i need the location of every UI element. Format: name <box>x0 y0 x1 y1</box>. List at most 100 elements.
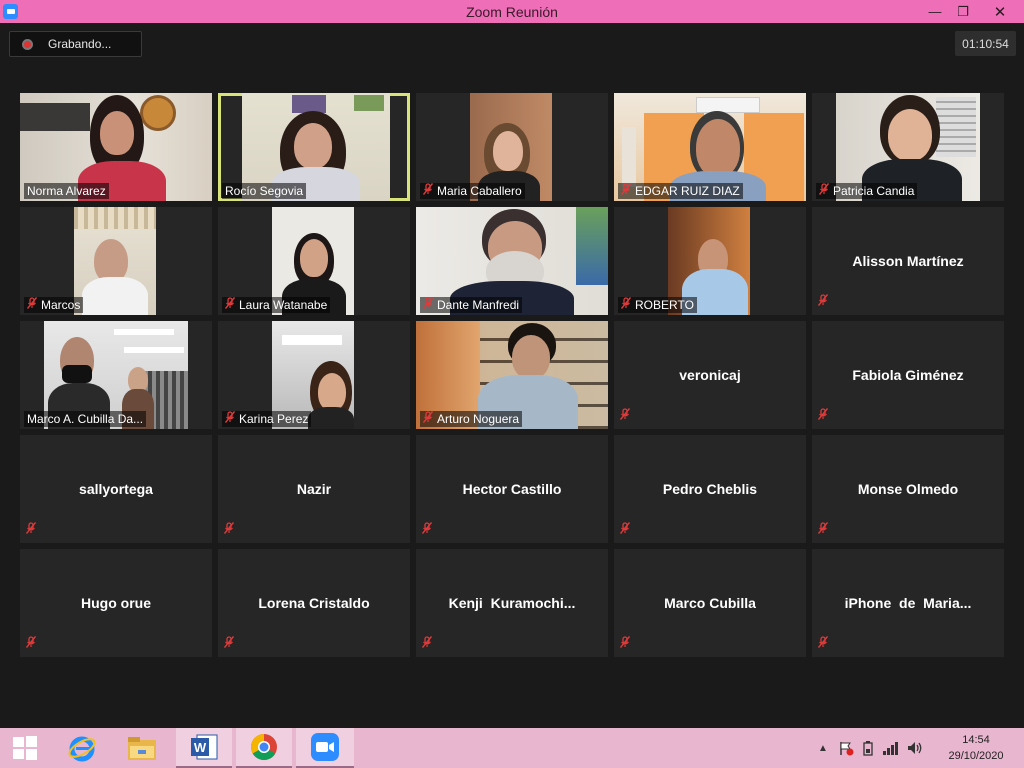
muted-mic-icon <box>25 521 37 539</box>
participant-name-label: Rocío Segovia <box>222 183 307 199</box>
window-title: Zoom Reunión <box>466 4 558 20</box>
meeting-timer: 01:10:54 <box>955 31 1016 56</box>
close-button[interactable]: ✕ <box>976 0 1024 23</box>
participant-name: Marco Cubilla <box>664 595 756 611</box>
participant-name-label: Dante Manfredi <box>420 297 523 313</box>
participant-tile[interactable]: iPhone de Maria... <box>812 549 1004 657</box>
participant-tile[interactable]: Hugo orue <box>20 549 212 657</box>
recording-indicator[interactable]: Grabando... <box>9 31 142 57</box>
word-icon: W <box>191 734 218 760</box>
participant-name-label: Marcos <box>24 297 84 313</box>
participant-name: Nazir <box>296 481 332 497</box>
taskbar-file-explorer[interactable] <box>116 728 168 768</box>
minimize-button[interactable]: — <box>920 0 950 23</box>
participant-name: Fabiola Giménez <box>852 367 964 383</box>
participant-tile[interactable]: Pedro Cheblis <box>614 435 806 543</box>
start-icon <box>13 736 37 760</box>
muted-mic-icon <box>817 521 829 539</box>
action-center-flag-icon[interactable] <box>838 740 854 756</box>
muted-mic-icon <box>224 297 236 313</box>
chrome-icon <box>250 733 277 761</box>
participant-tile[interactable]: Norma Alvarez <box>20 93 212 201</box>
chevron-up-icon[interactable]: ▲ <box>818 743 832 754</box>
participant-tile[interactable]: Karina Perez <box>218 321 410 429</box>
taskbar-word[interactable]: W <box>176 728 232 768</box>
clock-date: 29/10/2020 <box>948 750 1004 762</box>
participant-tile[interactable]: Marcos <box>20 207 212 315</box>
title-bar: Zoom Reunión — ❐ ✕ <box>0 0 1024 23</box>
recording-label: Grabando... <box>48 37 112 51</box>
participant-name-label: EDGAR RUIZ DIAZ <box>618 183 743 199</box>
muted-mic-icon <box>817 635 829 653</box>
muted-mic-icon <box>422 297 434 313</box>
participant-tile[interactable]: EDGAR RUIZ DIAZ <box>614 93 806 201</box>
participant-tile[interactable]: veronicaj <box>614 321 806 429</box>
participant-name: Hugo orue <box>81 595 151 611</box>
muted-mic-icon <box>224 411 236 427</box>
participant-name: Pedro Cheblis <box>662 481 758 497</box>
participant-tile[interactable]: Alisson Martínez <box>812 207 1004 315</box>
participant-name: Alisson Martínez <box>852 253 964 269</box>
muted-mic-icon <box>619 407 631 425</box>
windows-taskbar: W ▲ 14:54 29/10/2020 <box>0 728 1024 768</box>
muted-mic-icon <box>817 407 829 425</box>
maximize-button[interactable]: ❐ <box>950 0 976 23</box>
muted-mic-icon <box>619 521 631 539</box>
participant-name-label: Maria Caballero <box>420 183 525 199</box>
svg-text:W: W <box>194 740 207 755</box>
participant-tile[interactable]: Marco A. Cubilla Da... <box>20 321 212 429</box>
participant-name: Monse Olmedo <box>857 481 959 497</box>
muted-mic-icon <box>25 635 37 653</box>
participant-tile[interactable]: Arturo Noguera <box>416 321 608 429</box>
participant-tile[interactable]: Lorena Cristaldo <box>218 549 410 657</box>
muted-mic-icon <box>620 183 632 199</box>
taskbar-zoom[interactable] <box>296 728 354 768</box>
muted-mic-icon <box>223 521 235 539</box>
participant-name: Kenji Kuramochi... <box>448 595 576 611</box>
clock-time: 14:54 <box>962 734 990 746</box>
participant-tile[interactable]: Kenji Kuramochi... <box>416 549 608 657</box>
file-explorer-icon <box>128 737 156 760</box>
internet-explorer-icon <box>68 736 96 762</box>
taskbar-clock[interactable]: 14:54 29/10/2020 <box>938 732 1014 764</box>
participant-tile[interactable]: Maria Caballero <box>416 93 608 201</box>
muted-mic-icon <box>223 635 235 653</box>
participant-tile-active-speaker[interactable]: Rocío Segovia <box>218 93 410 201</box>
participant-name: Hector Castillo <box>462 481 562 497</box>
participant-name: sallyortega <box>79 481 153 497</box>
participant-tile[interactable]: Laura Watanabe <box>218 207 410 315</box>
network-signal-icon[interactable] <box>882 740 900 756</box>
participant-name: iPhone de Maria... <box>844 595 972 611</box>
muted-mic-icon <box>422 183 434 199</box>
participant-tile[interactable]: Fabiola Giménez <box>812 321 1004 429</box>
participant-name-label: Patricia Candia <box>816 183 918 199</box>
participant-tile[interactable]: Hector Castillo <box>416 435 608 543</box>
video-feed <box>74 207 156 315</box>
participant-tile[interactable]: Nazir <box>218 435 410 543</box>
participant-name: veronicaj <box>679 367 741 383</box>
taskbar-chrome[interactable] <box>236 728 292 768</box>
participant-tile[interactable]: ROBERTO <box>614 207 806 315</box>
record-icon <box>22 38 33 50</box>
muted-mic-icon <box>421 635 433 653</box>
participant-name-label: Laura Watanabe <box>222 297 331 313</box>
participant-tile[interactable]: sallyortega <box>20 435 212 543</box>
start-button[interactable] <box>0 728 50 768</box>
muted-mic-icon <box>619 635 631 653</box>
taskbar-internet-explorer[interactable] <box>56 728 108 768</box>
participant-name-label: Karina Perez <box>222 411 312 427</box>
participant-tile[interactable]: Marco Cubilla <box>614 549 806 657</box>
participant-tile[interactable]: Patricia Candia <box>812 93 1004 201</box>
battery-icon[interactable] <box>860 740 876 756</box>
participant-name: Lorena Cristaldo <box>258 595 370 611</box>
participant-name-label: ROBERTO <box>618 297 697 313</box>
volume-icon[interactable] <box>906 740 924 756</box>
participant-tile[interactable]: Monse Olmedo <box>812 435 1004 543</box>
muted-mic-icon <box>620 297 632 313</box>
muted-mic-icon <box>26 297 38 313</box>
zoom-icon <box>311 733 339 761</box>
participant-tile[interactable]: Dante Manfredi <box>416 207 608 315</box>
muted-mic-icon <box>421 521 433 539</box>
muted-mic-icon <box>817 293 829 311</box>
participant-name-label: Arturo Noguera <box>420 411 523 427</box>
